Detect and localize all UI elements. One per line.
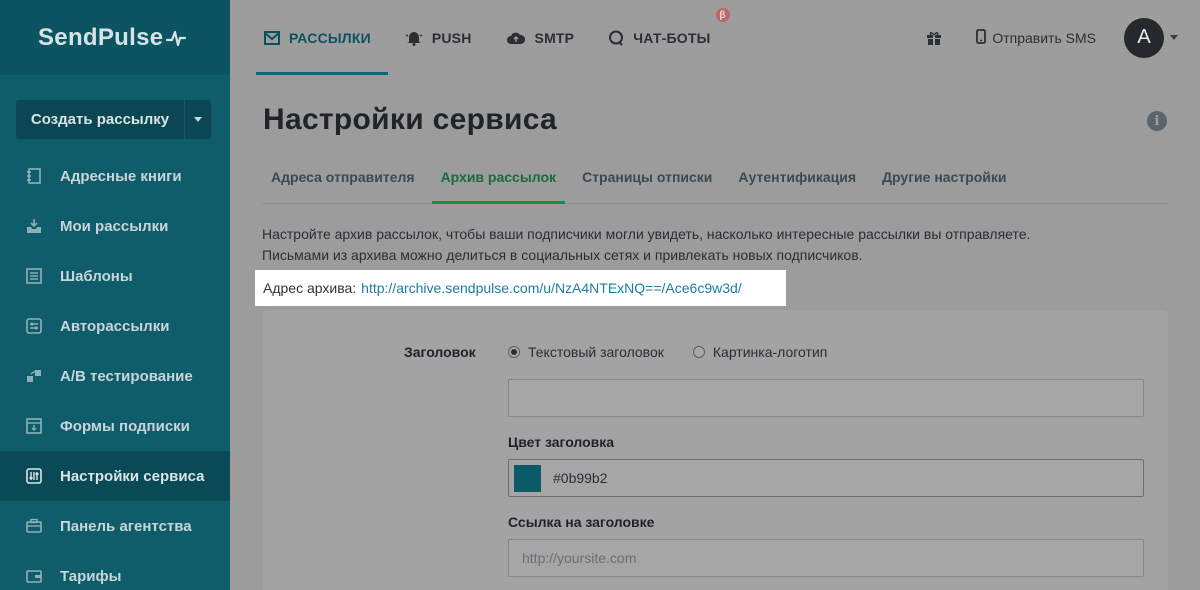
header-color-input[interactable]: #0b99b2 (508, 459, 1144, 497)
nav-push-label: PUSH (431, 29, 472, 46)
top-navbar: РАССЫЛКИ PUSH SMTP ЧАТ-БОТЫ β Отправить … (230, 0, 1200, 75)
radio-logo-header[interactable] (692, 346, 705, 358)
page-title: Настройки сервиса (263, 103, 558, 136)
phone-icon (976, 28, 987, 47)
chat-icon (608, 30, 624, 46)
sidebar: SendPulse Создать рассылку Адресные книг… (0, 0, 230, 590)
color-swatch[interactable] (514, 464, 541, 492)
header-link-field (508, 539, 1144, 577)
nav-chatbots-label: ЧАТ-БОТЫ (633, 29, 711, 46)
header-label: Заголовок (404, 344, 476, 360)
gift-icon[interactable] (926, 30, 942, 46)
ab-test-icon (25, 367, 43, 385)
pulse-icon (166, 30, 187, 46)
automation-icon (25, 317, 43, 335)
chevron-down-icon[interactable] (1170, 35, 1178, 40)
sidebar-item-my-mailings[interactable]: Мои рассылки (0, 201, 230, 251)
radio-logo-header-label[interactable]: Картинка-логотип (713, 344, 827, 360)
create-mailing-group: Создать рассылку (16, 100, 211, 139)
sidebar-menu: Адресные книги Мои рассылки Шаблоны Авто… (0, 151, 230, 590)
archive-address-label: Адрес архива: (263, 280, 357, 296)
tab-other-settings[interactable]: Другие настройки (873, 163, 1015, 203)
logo-text: SendPulse (38, 23, 164, 51)
sidebar-item-automation[interactable]: Авторассылки (0, 301, 230, 351)
color-value: #0b99b2 (553, 470, 608, 486)
send-sms-link[interactable]: Отправить SMS (976, 28, 1096, 47)
address-book-icon (25, 167, 43, 185)
wallet-icon (25, 567, 43, 585)
mailing-icon (25, 217, 43, 235)
top-right-actions: Отправить SMS A (926, 0, 1200, 75)
archive-address: Адрес архива: http://archive.sendpulse.c… (255, 270, 786, 306)
sidebar-item-service-settings[interactable]: Настройки сервиса (0, 451, 230, 501)
nav-mailings-label: РАССЫЛКИ (289, 29, 371, 46)
sidebar-item-label: Мои рассылки (60, 217, 169, 235)
briefcase-icon (25, 517, 43, 535)
tab-authentication[interactable]: Аутентификация (729, 163, 865, 203)
sidebar-item-subscription-forms[interactable]: Формы подписки (0, 401, 230, 451)
settings-tabs: Адреса отправителя Архив рассылок Страни… (262, 163, 1168, 204)
radio-text-header-label[interactable]: Текстовый заголовок (528, 344, 664, 360)
nav-chatbots[interactable]: ЧАТ-БОТЫ β (591, 0, 730, 75)
product-nav: РАССЫЛКИ PUSH SMTP ЧАТ-БОТЫ β (230, 0, 730, 75)
sidebar-item-pricing[interactable]: Тарифы (0, 551, 230, 590)
sidebar-item-label: Адресные книги (60, 167, 182, 185)
bell-icon (405, 30, 423, 46)
sidebar-item-label: Настройки сервиса (60, 467, 205, 485)
tab-sender-addresses[interactable]: Адреса отправителя (262, 163, 424, 203)
main-content: Настройки сервиса i Адреса отправителя А… (230, 75, 1200, 590)
nav-push[interactable]: PUSH (388, 0, 489, 75)
tab-mailing-archive[interactable]: Архив рассылок (431, 163, 566, 204)
template-icon (25, 267, 43, 285)
nav-smtp-label: SMTP (534, 29, 575, 46)
archive-settings-form: Заголовок Текстовый заголовок Картинка-л… (263, 310, 1168, 590)
form-icon (25, 417, 43, 435)
send-sms-label: Отправить SMS (992, 29, 1096, 46)
radio-text-header[interactable] (508, 346, 520, 358)
header-text-input[interactable] (508, 379, 1144, 417)
sidebar-item-ab-testing[interactable]: A/B тестирование (0, 351, 230, 401)
avatar[interactable]: A (1124, 17, 1164, 58)
sidebar-item-agency-panel[interactable]: Панель агентства (0, 501, 230, 551)
sidebar-item-label: Авторассылки (60, 317, 170, 335)
archive-description: Настройте архив рассылок, чтобы ваши под… (262, 224, 1030, 266)
create-mailing-dropdown[interactable] (184, 100, 211, 139)
chevron-down-icon (194, 117, 202, 122)
sidebar-item-label: Тарифы (60, 567, 122, 585)
tab-unsubscribe-pages[interactable]: Страницы отписки (573, 163, 721, 203)
sidebar-item-templates[interactable]: Шаблоны (0, 251, 230, 301)
archive-url-link[interactable]: http://archive.sendpulse.com/u/NzA4NTExN… (361, 280, 742, 296)
nav-smtp[interactable]: SMTP (489, 0, 592, 75)
header-color-label: Цвет заголовка (508, 434, 615, 450)
sidebar-item-label: Шаблоны (60, 267, 133, 285)
description-line: Письмами из архива можно делиться в соци… (262, 247, 863, 263)
header-link-input[interactable] (509, 540, 1143, 576)
mail-icon (264, 30, 280, 45)
beta-badge: β (715, 8, 730, 22)
info-icon[interactable]: i (1147, 111, 1167, 131)
header-link-label: Ссылка на заголовке (508, 514, 655, 530)
create-mailing-button[interactable]: Создать рассылку (16, 100, 184, 139)
cloud-icon (506, 31, 526, 45)
logo[interactable]: SendPulse (0, 0, 230, 75)
description-line: Настройте архив рассылок, чтобы ваши под… (262, 226, 1031, 242)
sidebar-item-label: A/B тестирование (60, 367, 193, 385)
settings-icon (25, 467, 43, 485)
sidebar-item-address-books[interactable]: Адресные книги (0, 151, 230, 201)
sidebar-item-label: Формы подписки (60, 417, 190, 435)
sidebar-item-label: Панель агентства (60, 517, 192, 535)
nav-mailings[interactable]: РАССЫЛКИ (230, 0, 388, 75)
header-type-radio-group: Текстовый заголовок Картинка-логотип (508, 344, 856, 360)
